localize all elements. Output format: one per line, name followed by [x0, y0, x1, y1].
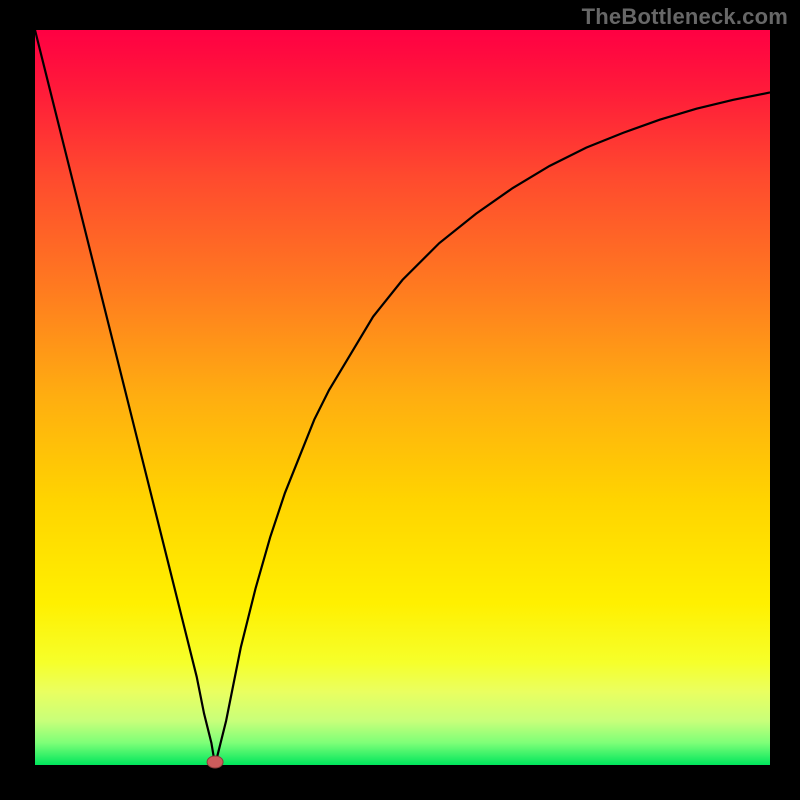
- watermark-text: TheBottleneck.com: [582, 4, 788, 30]
- chart-frame: { "watermark": { "text": "TheBottleneck.…: [0, 0, 800, 800]
- minimum-marker: [207, 756, 223, 768]
- plot-background: [35, 30, 770, 765]
- bottleneck-chart: [0, 0, 800, 800]
